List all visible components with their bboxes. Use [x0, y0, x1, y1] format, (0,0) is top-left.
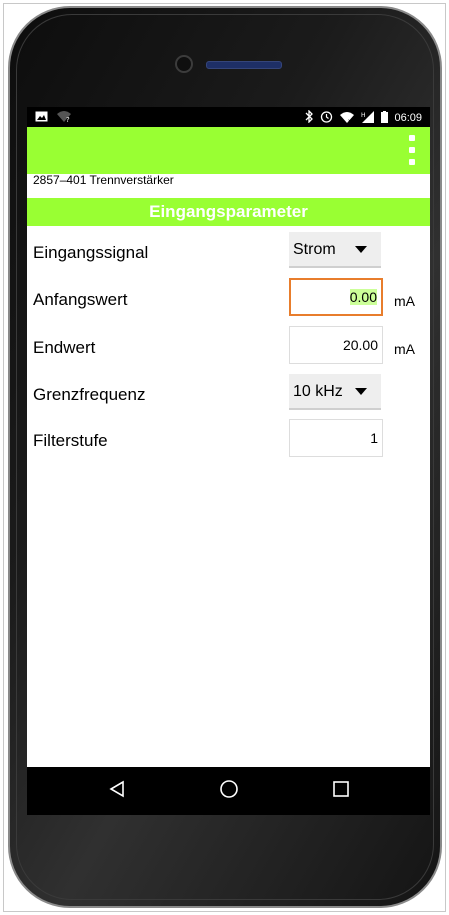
endwert-unit: mA [394, 341, 415, 357]
dropdown-arrow-icon [355, 246, 367, 253]
status-time: 06:09 [394, 112, 422, 124]
overflow-menu-icon[interactable] [408, 135, 416, 165]
dropdown-arrow-icon [355, 388, 367, 395]
front-camera [175, 55, 193, 73]
filterstufe-label: Filterstufe [33, 431, 108, 450]
earpiece-speaker [206, 61, 282, 69]
eingangssignal-value: Strom [293, 241, 336, 258]
eingangssignal-label: Eingangssignal [33, 243, 149, 262]
recent-apps-icon [333, 780, 349, 802]
back-button[interactable] [87, 767, 147, 815]
endwert-label: Endwert [33, 338, 96, 357]
svg-text:H: H [361, 112, 366, 119]
grenzfrequenz-dropdown[interactable]: 10 kHz [289, 374, 381, 410]
home-icon [219, 779, 239, 804]
status-right-icons: x H 06:09 [305, 109, 422, 126]
alarm-icon [320, 110, 333, 126]
filterstufe-input[interactable]: 1 [289, 419, 383, 457]
device-name: 2857–401 Trennverstärker [33, 173, 174, 187]
anfangswert-unit: mA [394, 293, 415, 309]
wifi-unknown-icon: ? [56, 110, 72, 125]
signal-h-icon: H [361, 110, 375, 126]
anfangswert-input[interactable]: 0.00 [289, 278, 383, 316]
bluetooth-icon [305, 109, 314, 126]
navigation-bar [27, 767, 430, 815]
anfangswert-label: Anfangswert [33, 290, 128, 309]
anfangswert-value: 0.00 [349, 289, 377, 305]
eingangssignal-dropdown[interactable]: Strom [289, 232, 381, 268]
image-icon [35, 111, 48, 125]
wifi-x-icon: x [339, 111, 355, 126]
home-button[interactable] [199, 767, 259, 815]
back-icon [108, 780, 126, 803]
svg-text:x: x [348, 118, 352, 123]
battery-icon [381, 110, 389, 126]
grenzfrequenz-label: Grenzfrequenz [33, 385, 146, 404]
endwert-input[interactable]: 20.00 [289, 326, 383, 364]
recent-apps-button[interactable] [311, 767, 371, 815]
status-bar: ? x H 06:09 [27, 107, 430, 127]
svg-text:?: ? [66, 116, 70, 122]
app-bar [27, 127, 430, 174]
status-left-icons: ? [35, 110, 72, 125]
endwert-value: 20.00 [342, 337, 378, 353]
section-header: Eingangsparameter [27, 198, 430, 226]
app-screen: ? x H 06:09 2857–401 Trennverstärker Ein… [27, 107, 430, 767]
filterstufe-value: 1 [370, 430, 378, 446]
grenzfrequenz-value: 10 kHz [293, 383, 343, 400]
